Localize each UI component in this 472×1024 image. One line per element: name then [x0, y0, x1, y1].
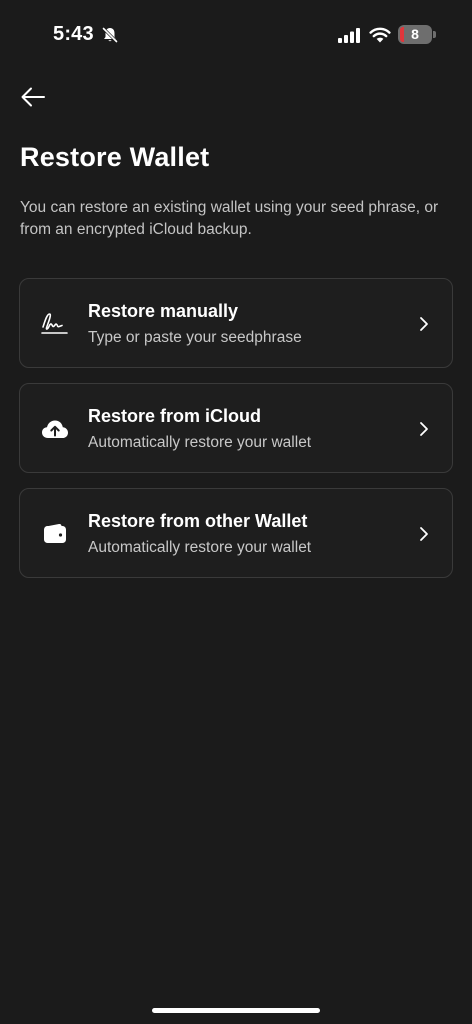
back-button[interactable] [16, 82, 50, 112]
chevron-right-icon [420, 422, 428, 436]
page-title: Restore Wallet [20, 142, 210, 172]
status-time: 5:43 [53, 23, 94, 45]
cloud-upload-icon [42, 420, 68, 438]
battery-level: 8 [411, 26, 419, 42]
page-description: You can restore an existing wallet using… [20, 199, 439, 238]
option-subtitle: Automatically restore your wallet [88, 539, 312, 556]
option-icon-container [40, 416, 70, 442]
option-title: Restore manually [88, 301, 239, 321]
option-subtitle: Automatically restore your wallet [88, 434, 312, 451]
option-icon-container [40, 521, 70, 547]
wifi-icon [369, 27, 391, 43]
restore-options-list: Restore manually Type or paste your seed… [19, 278, 453, 593]
option-title: Restore from iCloud [88, 406, 262, 426]
restore-from-other-wallet-option[interactable]: Restore from other Wallet Automatically … [19, 488, 453, 578]
screen: 5:43 8 Restore Wallet You can restore an… [0, 0, 472, 1024]
restore-manually-option[interactable]: Restore manually Type or paste your seed… [19, 278, 453, 368]
wallet-icon [44, 523, 66, 543]
chevron-right-icon [420, 317, 428, 331]
battery-tip [433, 31, 436, 38]
option-title: Restore from other Wallet [88, 511, 308, 531]
chevron-right-icon [420, 527, 428, 541]
status-bar: 5:43 8 [0, 0, 472, 70]
home-indicator[interactable] [152, 1008, 320, 1013]
option-icon-container [40, 311, 70, 337]
battery-icon: 8 [398, 25, 432, 44]
option-subtitle: Type or paste your seedphrase [88, 329, 302, 346]
bell-slash-icon [101, 26, 119, 44]
restore-from-icloud-option[interactable]: Restore from iCloud Automatically restor… [19, 383, 453, 473]
arrow-left-icon [21, 87, 45, 107]
signature-icon [41, 313, 68, 334]
cellular-signal-icon [338, 28, 360, 43]
